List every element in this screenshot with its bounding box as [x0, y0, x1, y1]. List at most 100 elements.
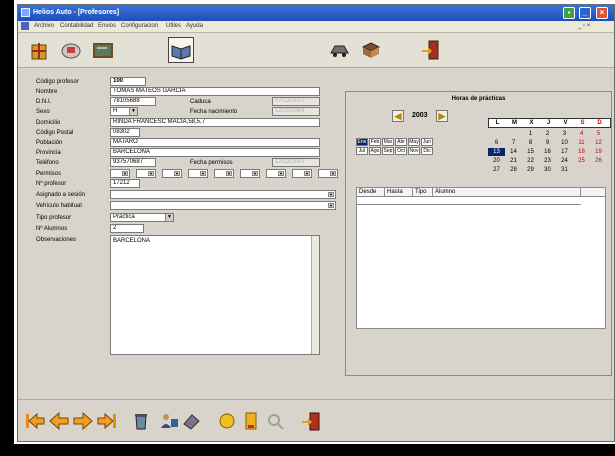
vehiculo-select[interactable]: ▼ [110, 201, 336, 210]
permiso-select-3[interactable]: ▼ [162, 169, 182, 178]
permiso-select-5[interactable]: ▼ [214, 169, 234, 178]
minimize-button[interactable]: _ [579, 7, 591, 19]
col-desde[interactable]: Desde [357, 188, 385, 197]
col-tipo[interactable]: Tipo [413, 188, 433, 197]
previous-record-icon[interactable] [48, 410, 70, 432]
month-oct[interactable]: Oct [395, 147, 407, 155]
sexo-select[interactable]: H ▼ [110, 107, 138, 116]
trash-icon[interactable] [130, 410, 152, 432]
calendar-day[interactable]: 21 [505, 157, 522, 165]
car-keys-icon[interactable] [326, 37, 352, 63]
calendar-day[interactable]: 3 [556, 130, 573, 138]
menu-ayuda[interactable]: Ayuda [186, 22, 203, 31]
calendar-day[interactable]: 9 [539, 139, 556, 147]
codigo-postal-field[interactable]: 08302 [110, 128, 140, 137]
nombre-field[interactable]: TOMAS MATEOS GARCIA [110, 87, 320, 96]
gift-box-icon[interactable] [26, 37, 52, 63]
fecha-nacimiento-field[interactable]: 12/11/1964 [272, 107, 320, 116]
first-record-icon[interactable] [24, 410, 46, 432]
chevron-down-icon[interactable]: ▼ [129, 108, 137, 115]
menu-envios[interactable]: Envios [98, 22, 116, 31]
asignado-select[interactable]: ▼ [110, 190, 336, 199]
calendar-day[interactable]: 11 [573, 139, 590, 147]
calendar-day[interactable]: 20 [488, 157, 505, 165]
calendar-day[interactable]: 6 [488, 139, 505, 147]
menu-archivo[interactable]: Archivo [34, 22, 54, 31]
calendar-day[interactable]: 31 [556, 166, 573, 174]
permiso-select-7[interactable]: ▼ [266, 169, 286, 178]
poblacion-field[interactable]: MATARO [110, 138, 320, 147]
provincia-field[interactable]: BARCELONA [110, 148, 320, 157]
month-mar[interactable]: Mar [382, 138, 394, 146]
caduca-field[interactable]: 07/12/2007 [272, 97, 320, 106]
fecha-permisos-field[interactable]: 12/12/2007 [272, 158, 320, 167]
clipboard-icon[interactable] [240, 410, 262, 432]
exit-door-icon[interactable] [300, 410, 322, 432]
permiso-select-2[interactable]: ▼ [136, 169, 156, 178]
menu-configuracion[interactable]: Configuracion [121, 22, 158, 31]
permiso-select-4[interactable]: ▼ [188, 169, 208, 178]
calendar-day[interactable]: 22 [522, 157, 539, 165]
dni-field[interactable]: 78105688 [110, 97, 156, 106]
mail-stamp-icon[interactable] [58, 37, 84, 63]
calendar-day[interactable]: 28 [505, 166, 522, 174]
chalkboard-icon[interactable] [90, 37, 116, 63]
month-ago[interactable]: Ago [369, 147, 381, 155]
eraser-icon[interactable] [180, 410, 202, 432]
col-hasta[interactable]: Hasta [385, 188, 413, 197]
next-year-button[interactable]: ▶ [436, 110, 448, 122]
next-record-icon[interactable] [72, 410, 94, 432]
month-dic[interactable]: Dic [421, 147, 433, 155]
calendar-day[interactable]: 29 [522, 166, 539, 174]
calendar-day[interactable]: 13 [488, 148, 505, 156]
edit-user-icon[interactable] [158, 410, 180, 432]
month-nov[interactable]: Nov [408, 147, 420, 155]
calendar-day[interactable]: 25 [573, 157, 590, 165]
telefono-field[interactable]: 937570687 [110, 158, 156, 167]
add-icon[interactable] [216, 410, 238, 432]
month-abr[interactable]: Abr [395, 138, 407, 146]
calendar-day[interactable]: 7 [505, 139, 522, 147]
mdi-window-controls[interactable]: _ ▫ × [578, 22, 590, 31]
calendar-day[interactable]: 30 [539, 166, 556, 174]
calendar-day[interactable]: 8 [522, 139, 539, 147]
permiso-select-9[interactable]: ▼ [318, 169, 338, 178]
month-jun[interactable]: Jun [421, 138, 433, 146]
num-profesor-field[interactable]: 17212 [110, 179, 140, 188]
restore-app-button[interactable]: ▪ [563, 7, 575, 19]
calendar-day[interactable]: 19 [590, 148, 607, 156]
calendar-day[interactable]: 26 [590, 157, 607, 165]
calendar-day[interactable]: 5 [590, 130, 607, 138]
month-ene[interactable]: Ene [356, 138, 368, 146]
book-icon[interactable] [358, 37, 384, 63]
calendar-day[interactable]: 23 [539, 157, 556, 165]
alumnos-field[interactable]: 2 [110, 224, 144, 233]
month-jul[interactable]: Jul [356, 147, 368, 155]
tipo-profesor-select[interactable]: Práctica ▼ [110, 213, 174, 222]
calendar-day[interactable]: 15 [522, 148, 539, 156]
calendar-day[interactable]: 2 [539, 130, 556, 138]
permiso-select-1[interactable]: ▼ [110, 169, 130, 178]
codigo-field[interactable]: 100 [110, 77, 146, 86]
calendar-day[interactable]: 18 [573, 148, 590, 156]
month-sep[interactable]: Sep [382, 147, 394, 155]
search-icon[interactable] [264, 410, 286, 432]
calendar-day[interactable]: 1 [522, 130, 539, 138]
col-alumno[interactable]: Alumno [433, 188, 581, 197]
calendar-day[interactable]: 24 [556, 157, 573, 165]
scrollbar[interactable] [311, 236, 319, 354]
permiso-select-8[interactable]: ▼ [292, 169, 312, 178]
menu-contabilidad[interactable]: Contabilidad [60, 22, 93, 31]
menu-utiles[interactable]: Utiles [166, 22, 181, 31]
month-may[interactable]: May [408, 138, 420, 146]
calendar-day[interactable]: 17 [556, 148, 573, 156]
last-record-icon[interactable] [96, 410, 118, 432]
previous-year-button[interactable]: ◀ [392, 110, 404, 122]
calendar-day[interactable]: 12 [590, 139, 607, 147]
observaciones-textarea[interactable]: BARCELONA [110, 235, 320, 355]
table-row[interactable] [357, 197, 581, 205]
close-button[interactable]: × [596, 7, 608, 19]
chevron-down-icon[interactable]: ▼ [165, 214, 173, 221]
calendar-day[interactable]: 10 [556, 139, 573, 147]
calendar-day[interactable]: 4 [573, 130, 590, 138]
